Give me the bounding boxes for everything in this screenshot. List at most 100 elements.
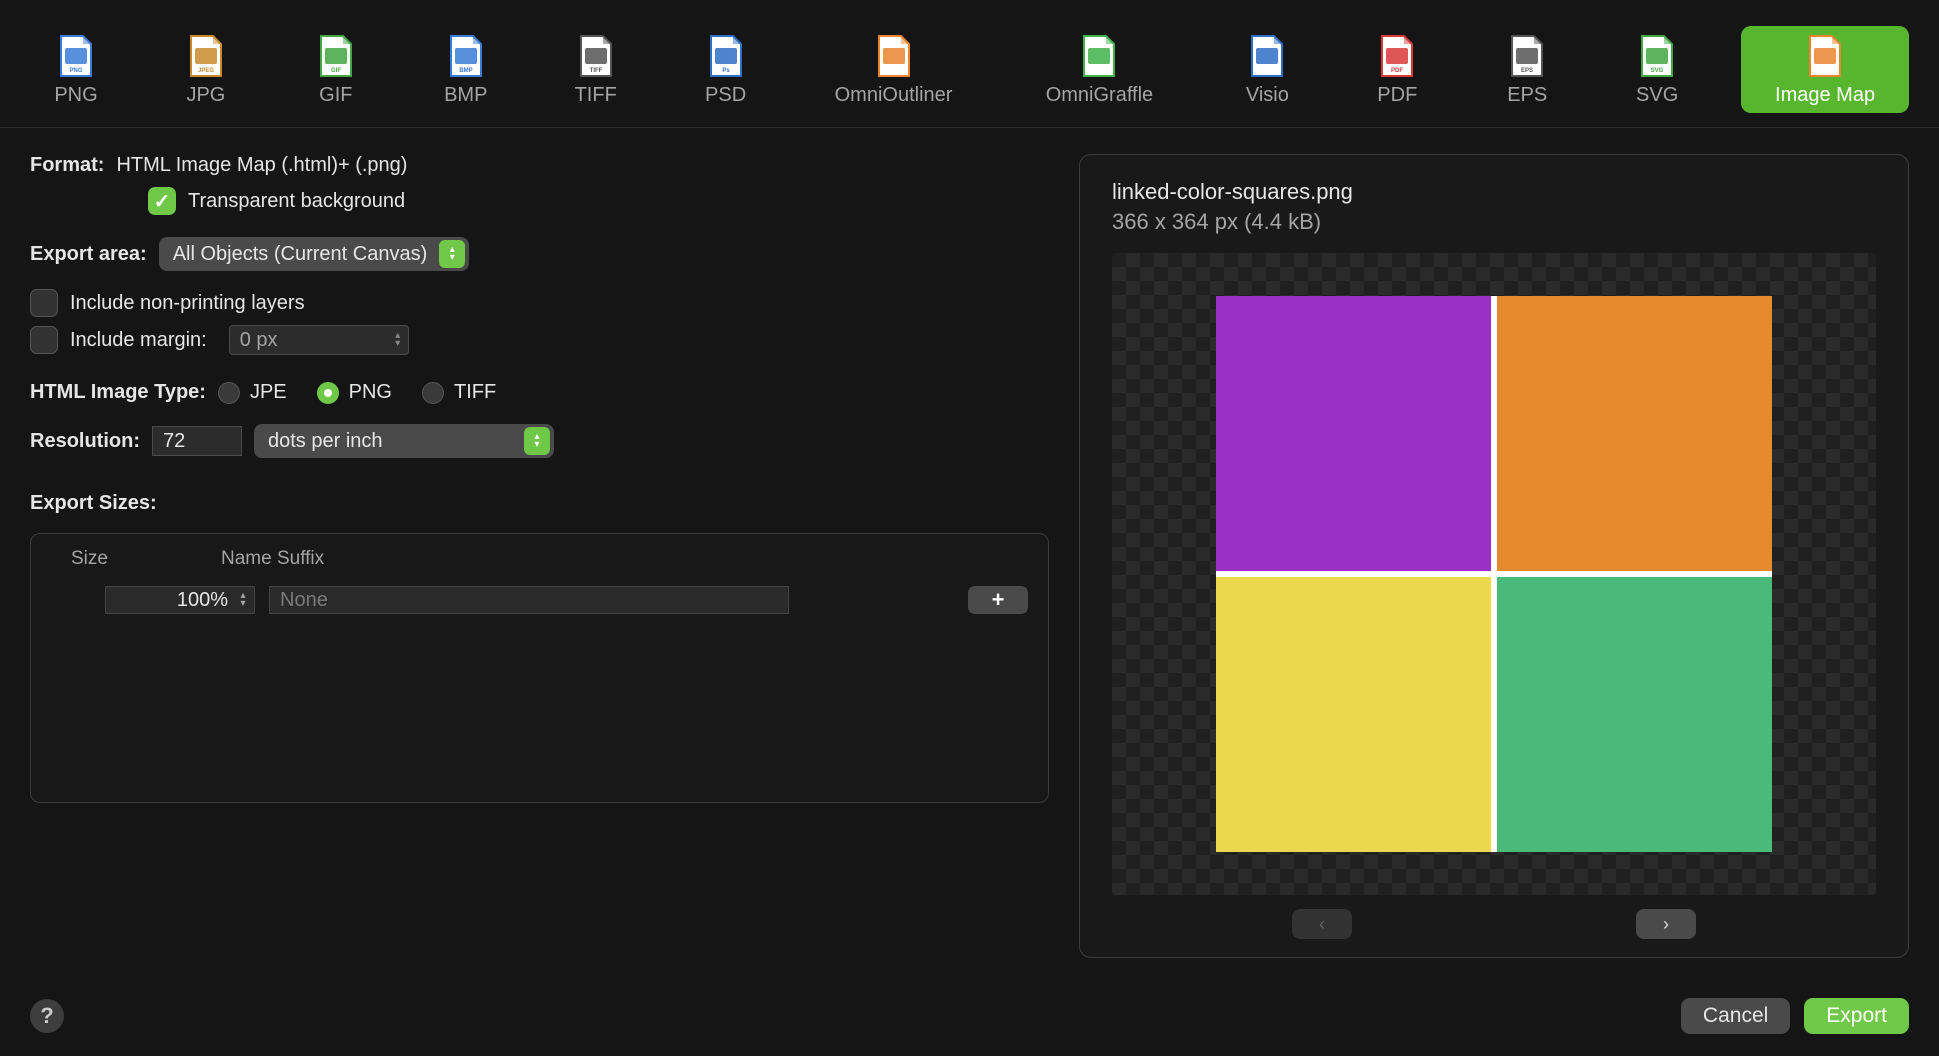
format-tabstrip: PNG PNG JPEG JPG GIF GIF BMP BMP TIFF TI… <box>0 0 1939 128</box>
format-tab-png[interactable]: PNG PNG <box>30 26 122 113</box>
popup-arrows-icon <box>524 427 550 455</box>
export-area-popup[interactable]: All Objects (Current Canvas) <box>159 237 470 271</box>
format-tab-label: Visio <box>1246 84 1289 107</box>
png-file-icon: PNG <box>57 34 95 78</box>
chevron-left-icon: ‹ <box>1319 914 1325 935</box>
svg-text:GIF: GIF <box>331 68 341 74</box>
svg-text:PDF: PDF <box>1391 68 1403 74</box>
format-tab-oo[interactable]: OmniOutliner <box>810 26 978 113</box>
stepper-arrows-icon <box>390 329 406 351</box>
format-tab-label: PNG <box>54 84 97 107</box>
margin-stepper[interactable]: 0 px <box>229 325 409 355</box>
preview-panel: linked-color-squares.png 366 x 364 px (4… <box>1079 154 1909 958</box>
format-tab-gif[interactable]: GIF GIF <box>290 26 382 113</box>
include-margin-checkbox[interactable] <box>30 326 58 354</box>
preview-square-br <box>1497 577 1772 852</box>
sizes-column-size: Size <box>51 548 221 570</box>
help-button[interactable]: ? <box>30 999 64 1033</box>
format-tab-og[interactable]: OmniGraffle <box>1015 26 1183 113</box>
radio-label: TIFF <box>454 381 496 404</box>
include-margin-label: Include margin: <box>70 329 207 352</box>
svg-text:EPS: EPS <box>1521 68 1533 74</box>
resolution-unit-popup[interactable]: dots per inch <box>254 424 554 458</box>
format-tab-label: Image Map <box>1775 84 1875 107</box>
svg-text:TIFF: TIFF <box>589 68 602 74</box>
format-tab-jpg[interactable]: JPEG JPG <box>160 26 252 113</box>
format-tab-label: EPS <box>1507 84 1547 107</box>
format-tab-label: JPG <box>186 84 225 107</box>
radio-dot-icon <box>317 382 339 404</box>
format-tab-svg[interactable]: SVG SVG <box>1611 26 1703 113</box>
html-image-type-label: HTML Image Type: <box>30 381 206 404</box>
cancel-button[interactable]: Cancel <box>1681 998 1790 1034</box>
include-nonprinting-label: Include non-printing layers <box>70 292 305 315</box>
preview-canvas <box>1112 253 1876 895</box>
format-tab-pdf[interactable]: PDF PDF <box>1351 26 1443 113</box>
jpeg-file-icon: JPEG <box>187 34 225 78</box>
sizes-column-suffix: Name Suffix <box>221 548 324 570</box>
svg-file-icon: SVG <box>1638 34 1676 78</box>
psd-file-icon: Ps <box>707 34 745 78</box>
radio-label: PNG <box>349 381 392 404</box>
add-size-button[interactable]: + <box>968 586 1028 614</box>
transparent-background-label: Transparent background <box>188 190 405 213</box>
popup-arrows-icon <box>439 240 465 268</box>
size-value: 100% <box>177 589 228 612</box>
transparent-background-checkbox[interactable] <box>148 187 176 215</box>
radio-dot-icon <box>422 382 444 404</box>
format-tab-visio[interactable]: Visio <box>1221 26 1313 113</box>
tiff-file-icon: TIFF <box>577 34 615 78</box>
preview-prev-button[interactable]: ‹ <box>1292 909 1352 939</box>
include-nonprinting-checkbox[interactable] <box>30 289 58 317</box>
svg-text:SVG: SVG <box>1651 68 1664 74</box>
format-tab-label: PSD <box>705 84 746 107</box>
svg-text:Ps: Ps <box>722 68 730 74</box>
stepper-arrows-icon <box>235 589 251 611</box>
radio-label: JPE <box>250 381 287 404</box>
export-button[interactable]: Export <box>1804 998 1909 1034</box>
preview-square-tr <box>1497 296 1772 571</box>
format-tab-label: GIF <box>319 84 352 107</box>
svg-text:PNG: PNG <box>69 68 82 74</box>
omnioutliner-file-icon <box>875 34 913 78</box>
preview-next-button[interactable]: › <box>1636 909 1696 939</box>
format-tab-tiff[interactable]: TIFF TIFF <box>550 26 642 113</box>
image-type-radio-png[interactable]: PNG <box>317 381 392 404</box>
html-file-icon <box>1806 34 1844 78</box>
bmp-file-icon: BMP <box>447 34 485 78</box>
size-field[interactable]: 100% <box>105 586 255 614</box>
format-tab-label: PDF <box>1377 84 1417 107</box>
resolution-value: 72 <box>163 430 185 453</box>
format-value: HTML Image Map (.html)+ (.png) <box>116 154 407 177</box>
preview-meta: 366 x 364 px (4.4 kB) <box>1112 209 1876 235</box>
svg-text:JPEG: JPEG <box>198 68 214 74</box>
export-size-row: 100% None + <box>51 586 1028 614</box>
format-tab-psd[interactable]: Ps PSD <box>680 26 772 113</box>
resolution-field[interactable]: 72 <box>152 426 242 456</box>
radio-dot-icon <box>218 382 240 404</box>
format-tab-eps[interactable]: EPS EPS <box>1481 26 1573 113</box>
visio-file-icon <box>1248 34 1286 78</box>
gif-file-icon: GIF <box>317 34 355 78</box>
resolution-label: Resolution: <box>30 430 140 453</box>
suffix-field[interactable]: None <box>269 586 789 614</box>
preview-square-tl <box>1216 296 1491 571</box>
format-tab-label: SVG <box>1636 84 1678 107</box>
export-area-label: Export area: <box>30 243 147 266</box>
format-tab-label: BMP <box>444 84 487 107</box>
resolution-unit-value: dots per inch <box>268 430 383 453</box>
format-tab-bmp[interactable]: BMP BMP <box>420 26 512 113</box>
format-tab-imagemap[interactable]: Image Map <box>1741 26 1909 113</box>
chevron-right-icon: › <box>1663 914 1669 935</box>
image-type-radio-jpe[interactable]: JPE <box>218 381 287 404</box>
pdf-file-icon: PDF <box>1378 34 1416 78</box>
svg-text:BMP: BMP <box>459 68 472 74</box>
export-sizes-panel: Size Name Suffix 100% None + <box>30 533 1049 803</box>
preview-image <box>1216 296 1772 852</box>
preview-square-bl <box>1216 577 1491 852</box>
format-tab-label: TIFF <box>575 84 617 107</box>
format-tab-label: OmniGraffle <box>1046 84 1153 107</box>
margin-value: 0 px <box>240 329 278 352</box>
omnigraffle-file-icon <box>1080 34 1118 78</box>
image-type-radio-tiff[interactable]: TIFF <box>422 381 496 404</box>
